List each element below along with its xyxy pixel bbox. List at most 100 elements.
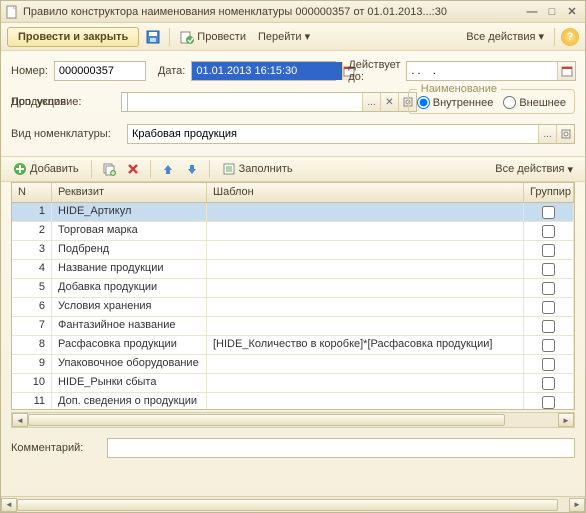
- cell-n: 4: [12, 260, 52, 278]
- cell-tpl: [207, 260, 524, 278]
- cell-req: HIDE_Рынки сбыта: [52, 374, 207, 392]
- cell-grp[interactable]: [524, 317, 574, 335]
- cell-n: 5: [12, 279, 52, 297]
- cell-grp[interactable]: [524, 355, 574, 373]
- cell-tpl: [207, 298, 524, 316]
- table-row[interactable]: 1HIDE_Артикул: [12, 203, 574, 222]
- cell-tpl: [207, 241, 524, 259]
- date-label: Дата:: [158, 65, 185, 77]
- scroll-right-icon[interactable]: ►: [558, 413, 574, 427]
- cell-req: Упаковочное оборудование: [52, 355, 207, 373]
- requisites-grid: N Реквизит Шаблон Группир 1HIDE_Артикул2…: [11, 182, 575, 410]
- cell-req: Добавка продукции: [52, 279, 207, 297]
- col-req[interactable]: Реквизит: [52, 183, 207, 202]
- document-icon: [5, 5, 19, 19]
- table-row[interactable]: 3Подбренд: [12, 241, 574, 260]
- condition-field[interactable]: [128, 93, 362, 111]
- table-row[interactable]: 5Добавка продукции: [12, 279, 574, 298]
- all-actions-menu[interactable]: Все действия ▾: [462, 28, 548, 45]
- col-tpl[interactable]: Шаблон: [207, 183, 524, 202]
- open-icon[interactable]: [556, 125, 574, 143]
- add-button[interactable]: Добавить: [9, 160, 83, 178]
- cell-grp[interactable]: [524, 393, 574, 409]
- table-row[interactable]: 11Доп. сведения о продукции: [12, 393, 574, 409]
- comment-label: Комментарий:: [11, 442, 101, 454]
- calendar-icon[interactable]: [557, 62, 575, 80]
- goto-menu[interactable]: Перейти ▾: [254, 28, 314, 45]
- cell-tpl: [HIDE_Количество в коробке]*[Расфасовка …: [207, 336, 524, 354]
- fill-button[interactable]: Заполнить: [218, 160, 297, 178]
- cell-grp[interactable]: [524, 241, 574, 259]
- cell-n: 8: [12, 336, 52, 354]
- select-icon[interactable]: ...: [538, 125, 556, 143]
- cell-grp[interactable]: [524, 260, 574, 278]
- cell-grp[interactable]: [524, 222, 574, 240]
- save-icon[interactable]: [143, 27, 163, 47]
- table-row[interactable]: 8Расфасовка продукции[HIDE_Количество в …: [12, 336, 574, 355]
- cell-tpl: [207, 374, 524, 392]
- kind-label: Вид номенклатуры:: [11, 128, 121, 140]
- move-down-icon[interactable]: [183, 160, 201, 178]
- table-row[interactable]: 4Название продукции: [12, 260, 574, 279]
- table-row[interactable]: 9Упаковочное оборудование: [12, 355, 574, 374]
- cell-grp[interactable]: [524, 203, 574, 221]
- clear-icon[interactable]: ✕: [380, 93, 398, 111]
- number-field[interactable]: [54, 61, 146, 81]
- cell-grp[interactable]: [524, 336, 574, 354]
- cell-n: 1: [12, 203, 52, 221]
- post-button[interactable]: Провести: [176, 28, 250, 46]
- cell-req: HIDE_Артикул: [52, 203, 207, 221]
- cell-n: 6: [12, 298, 52, 316]
- chevron-down-icon: ▾: [538, 30, 544, 43]
- table-row[interactable]: 2Торговая марка: [12, 222, 574, 241]
- scroll-thumb[interactable]: [17, 499, 558, 511]
- radio-inner[interactable]: Внутреннее: [417, 96, 494, 109]
- copy-icon[interactable]: [100, 160, 118, 178]
- number-label: Номер:: [11, 65, 48, 77]
- titlebar: Правило конструктора наименования номенк…: [1, 1, 585, 23]
- maximize-button[interactable]: □: [543, 4, 561, 20]
- table-row[interactable]: 7Фантазийное название: [12, 317, 574, 336]
- cell-grp[interactable]: [524, 374, 574, 392]
- cell-tpl: [207, 222, 524, 240]
- cell-grp[interactable]: [524, 279, 574, 297]
- window-title: Правило конструктора наименования номенк…: [23, 6, 521, 18]
- cell-n: 10: [12, 374, 52, 392]
- radio-outer[interactable]: Внешнее: [503, 96, 566, 109]
- table-row[interactable]: 6Условия хранения: [12, 298, 574, 317]
- post-and-close-button[interactable]: Провести и закрыть: [7, 27, 139, 47]
- fill-label: Заполнить: [239, 163, 293, 175]
- col-n[interactable]: N: [12, 183, 52, 202]
- cell-grp[interactable]: [524, 298, 574, 316]
- grid-all-actions-menu[interactable]: Все действия ▾: [491, 161, 577, 178]
- grid-hscroll[interactable]: ◄ ►: [11, 412, 575, 428]
- scroll-right-icon[interactable]: ►: [569, 498, 585, 512]
- select-icon[interactable]: ...: [362, 93, 380, 111]
- help-button[interactable]: ?: [561, 28, 579, 46]
- cell-tpl: [207, 317, 524, 335]
- valid-to-field[interactable]: [407, 62, 557, 80]
- window-hscroll[interactable]: ◄ ►: [1, 496, 585, 512]
- scroll-thumb[interactable]: [28, 414, 505, 426]
- cell-n: 9: [12, 355, 52, 373]
- move-up-icon[interactable]: [159, 160, 177, 178]
- cell-n: 3: [12, 241, 52, 259]
- scroll-left-icon[interactable]: ◄: [12, 413, 28, 427]
- cell-req: Название продукции: [52, 260, 207, 278]
- cell-req: Торговая марка: [52, 222, 207, 240]
- scroll-left-icon[interactable]: ◄: [1, 498, 17, 512]
- date-field[interactable]: [192, 62, 342, 80]
- cell-n: 11: [12, 393, 52, 409]
- cell-req: Доп. сведения о продукции: [52, 393, 207, 409]
- close-button[interactable]: ✕: [563, 4, 581, 20]
- delete-icon[interactable]: [124, 160, 142, 178]
- kind-field[interactable]: [128, 125, 538, 143]
- comment-field[interactable]: [107, 438, 575, 458]
- minimize-button[interactable]: —: [523, 4, 541, 20]
- chevron-down-icon: ▾: [567, 163, 573, 176]
- col-grp[interactable]: Группир: [524, 183, 574, 202]
- table-row[interactable]: 10HIDE_Рынки сбыта: [12, 374, 574, 393]
- cell-req: Фантазийное название: [52, 317, 207, 335]
- cell-tpl: [207, 203, 524, 221]
- condition-label: Доп. условие:: [11, 96, 121, 108]
